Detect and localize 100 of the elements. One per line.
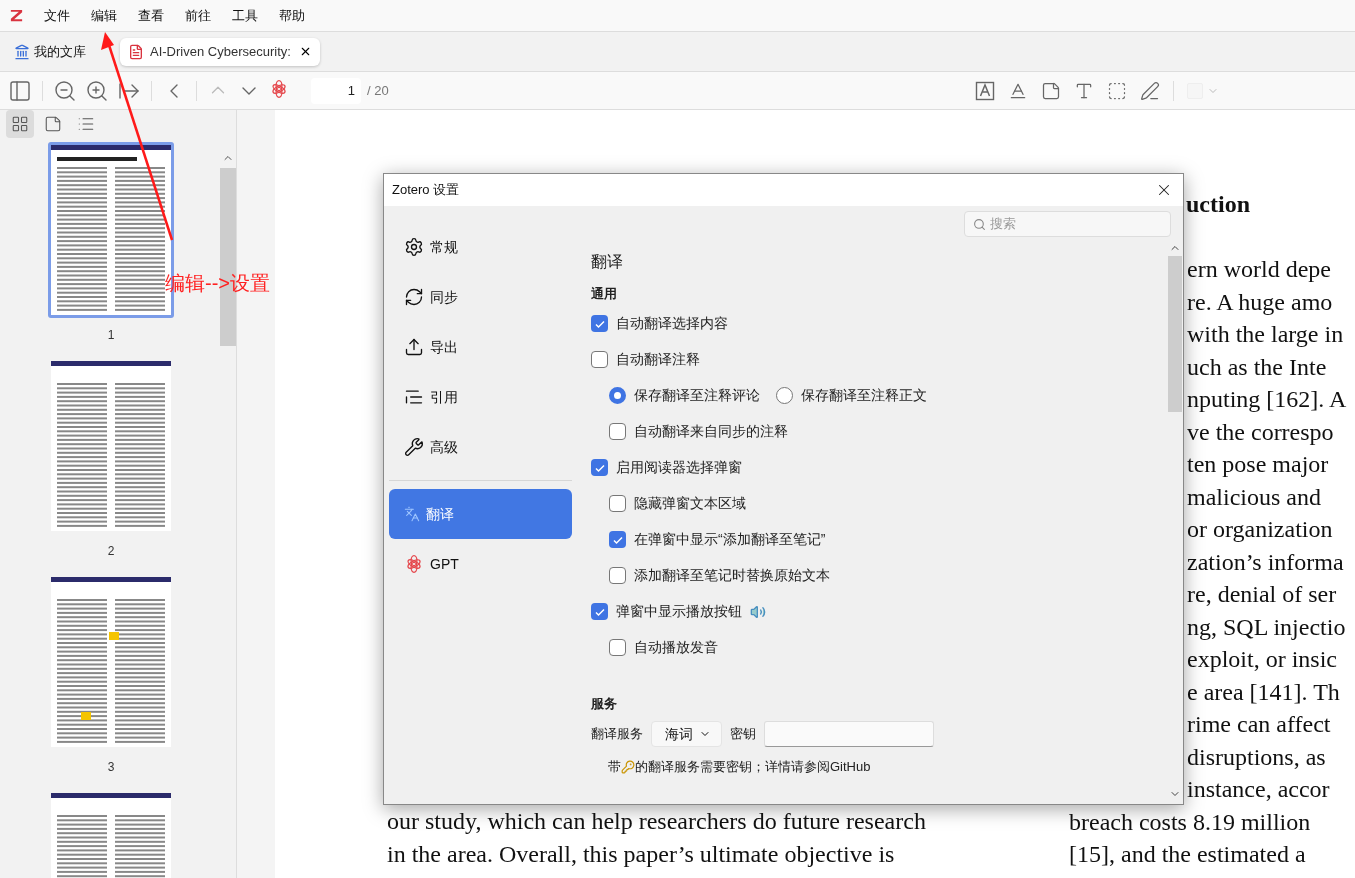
body-text-line: uch as the Inte	[1187, 352, 1327, 382]
body-text-line: malicious and	[1187, 482, 1321, 512]
settings-icon	[404, 237, 424, 257]
key-icon	[621, 759, 635, 774]
menu-item[interactable]: 文件	[44, 5, 70, 26]
option-label: 弹窗中显示播放按钮	[616, 602, 742, 621]
page-total: / 20	[367, 81, 389, 100]
body-text-line: ve the correspo	[1187, 417, 1334, 447]
zoom-in-icon[interactable]	[85, 78, 109, 103]
nav-item[interactable]: 引用	[389, 372, 572, 422]
note-icon	[44, 115, 62, 133]
menu-item[interactable]: 帮助	[279, 5, 305, 26]
list-icon	[77, 115, 95, 133]
color-picker[interactable]	[1187, 82, 1219, 99]
checkbox[interactable]	[591, 351, 608, 368]
section-heading: uction	[1186, 190, 1250, 219]
option-label: 隐藏弹窗文本区域	[634, 494, 746, 513]
dialog-title: Zotero 设置	[392, 181, 460, 200]
sync-icon	[404, 287, 424, 307]
body-text-line: re, denial of ser	[1187, 580, 1337, 609]
menu-item[interactable]: 查看	[138, 5, 164, 26]
page-heading: 翻译	[591, 252, 624, 272]
option-label: 在弹窗中显示“添加翻译至笔记”	[634, 530, 826, 549]
body-text-line: ten pose major	[1187, 450, 1329, 479]
nav-item[interactable]: 常规	[389, 222, 572, 272]
body-text-line: in the area. Overall, this paper’s ultimate objective is	[387, 839, 896, 869]
checkbox[interactable]	[591, 459, 608, 476]
body-text-line: e area [141]. Th	[1187, 677, 1340, 707]
radio-button[interactable]	[776, 387, 793, 404]
menu-item[interactable]: 前往	[185, 5, 211, 26]
area-select-icon[interactable]	[1107, 80, 1127, 101]
body-text-line: ern world depe	[1187, 255, 1331, 284]
body-text-line: or organization	[1187, 515, 1333, 544]
page-number-label: 1	[107, 327, 115, 344]
page-number-label: 2	[107, 543, 115, 560]
menu-item[interactable]: 编辑	[91, 5, 117, 26]
field-label: 密钥	[730, 725, 756, 744]
body-text-line: instance, accor	[1187, 775, 1330, 804]
zoom-out-icon[interactable]	[53, 78, 77, 103]
radio-label: 保存翻译至注释正文	[801, 386, 927, 405]
body-text-line: zation’s informa	[1187, 547, 1344, 577]
library-tab[interactable]: 我的文库	[12, 37, 88, 66]
thumbnails-button[interactable]	[6, 110, 34, 138]
checkbox[interactable]	[609, 639, 626, 656]
grid-icon	[11, 115, 29, 133]
pdf-icon	[128, 43, 144, 60]
openai-icon	[269, 78, 289, 99]
nav-item[interactable]: GPT	[389, 539, 572, 589]
option-label: 自动翻译来自同步的注释	[634, 422, 788, 441]
section-title: 通用	[591, 285, 618, 303]
checkbox[interactable]	[609, 567, 626, 584]
openai-icon	[404, 554, 424, 574]
checkbox[interactable]	[591, 603, 608, 620]
option-label: 启用阅读器选择弹窗	[616, 458, 742, 477]
page-number-label: 3	[107, 759, 115, 776]
nav-item[interactable]: 高级	[389, 422, 572, 472]
page-number-field[interactable]: 1	[311, 77, 361, 104]
checkbox[interactable]	[609, 531, 626, 548]
nav-item[interactable]: 翻译	[389, 489, 572, 539]
text-box-icon[interactable]	[975, 80, 995, 101]
body-text-line: re. A huge amo	[1187, 287, 1333, 317]
field-label: 翻译服务	[591, 725, 643, 744]
sidebar-toggle-icon[interactable]	[8, 78, 32, 103]
checkbox[interactable]	[591, 315, 608, 332]
note-text: 带	[608, 758, 621, 776]
nav-item[interactable]: 导出	[389, 322, 572, 372]
library-icon	[14, 43, 30, 60]
note-icon[interactable]	[1041, 80, 1061, 101]
app-logo	[8, 7, 24, 24]
body-text-line: our study, which can help researchers do future research	[387, 807, 927, 836]
option-label: 添加翻译至笔记时替换原始文本	[634, 566, 830, 585]
translate-icon	[404, 506, 420, 522]
key-input[interactable]	[764, 721, 934, 747]
option-label: 自动翻译注释	[616, 350, 700, 369]
checkbox[interactable]	[609, 495, 626, 512]
checkbox[interactable]	[609, 423, 626, 440]
close-icon[interactable]	[299, 45, 312, 58]
tab-label: 我的文库	[34, 42, 86, 61]
option-label: 自动播放发音	[634, 638, 718, 657]
option-label: 自动翻译选择内容	[616, 314, 728, 333]
menu-item[interactable]: 工具	[232, 5, 258, 26]
ink-icon[interactable]	[1140, 80, 1160, 101]
body-text-line: nputing [162]. A	[1187, 385, 1347, 414]
service-dropdown[interactable]: 海词	[651, 721, 722, 747]
document-tab[interactable]: AI-Driven Cybersecurity:	[120, 37, 320, 66]
body-text-line: disruptions, as	[1187, 742, 1326, 772]
body-text-line: [15], and the estimated a	[1069, 840, 1306, 869]
body-text-line: rime can affect	[1187, 710, 1331, 739]
upload-icon	[404, 337, 424, 357]
radio-button[interactable]	[609, 387, 626, 404]
tab-label: AI-Driven Cybersecurity:	[150, 42, 291, 61]
radio-label: 保存翻译至注释评论	[634, 386, 760, 405]
scrollbar-thumb[interactable]	[1168, 256, 1182, 412]
tools-icon	[404, 437, 424, 457]
body-text-line: with the large in	[1187, 320, 1344, 349]
nav-item[interactable]: 同步	[389, 272, 572, 322]
body-text-line: breach costs 8.19 million	[1069, 807, 1311, 837]
body-text-line: ng, SQL injectio	[1187, 612, 1346, 642]
search-icon	[973, 217, 986, 231]
note-text: 的翻译服务需要密钥；详情请参阅GitHub	[635, 758, 871, 776]
